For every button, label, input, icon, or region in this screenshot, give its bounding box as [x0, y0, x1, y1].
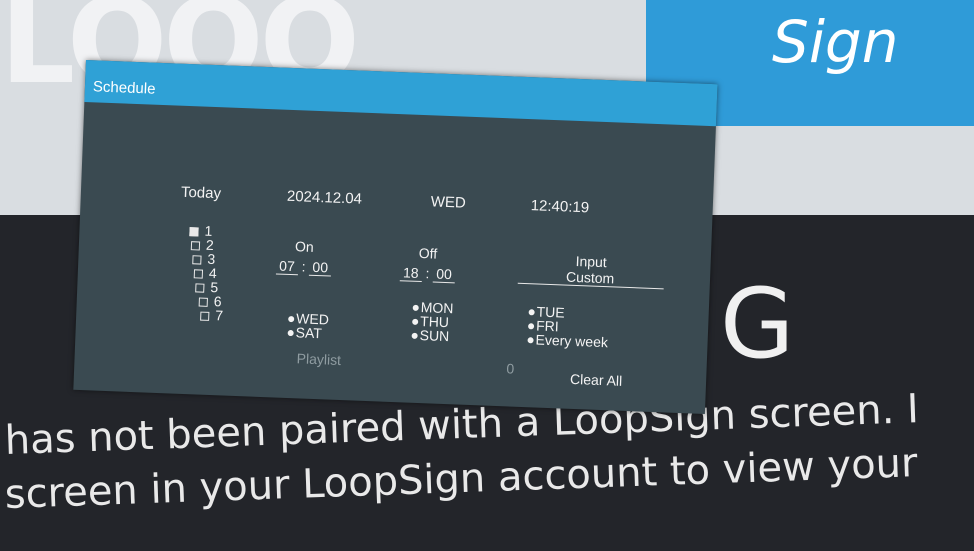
current-time: 12:40:19 — [530, 197, 590, 217]
off-label: Off — [418, 244, 438, 262]
on-time: 07 : 00 — [275, 257, 332, 277]
today-label: Today — [180, 183, 222, 203]
dialog-title: Schedule — [92, 78, 156, 98]
input-value[interactable]: Custom — [566, 269, 615, 287]
checkbox-icon — [193, 269, 204, 279]
day-sun[interactable]: SUN — [411, 327, 450, 344]
brand-sign-text: Sign — [772, 8, 899, 76]
off-minute-field[interactable]: 00 — [432, 265, 456, 284]
on-minute-field[interactable]: 00 — [309, 258, 332, 277]
checkbox-checked-icon — [189, 226, 199, 237]
playlist-label[interactable]: Playlist — [296, 350, 341, 368]
checkbox-icon — [198, 297, 208, 307]
schedule-dialog: Schedule Today 2024.12.04 WED 12:40:19 1… — [73, 60, 718, 415]
clear-all-button[interactable]: Clear All — [570, 371, 623, 389]
bullet-icon — [411, 333, 418, 340]
checkbox-icon — [190, 240, 201, 251]
schedule-item-7[interactable]: 7 — [200, 307, 223, 323]
bullet-icon — [412, 305, 419, 312]
bullet-icon — [288, 316, 295, 323]
playlist-count: 0 — [506, 360, 515, 377]
checkbox-icon — [192, 255, 202, 265]
bullet-icon — [528, 309, 535, 316]
checkbox-icon — [195, 283, 205, 293]
input-label: Input — [575, 252, 608, 271]
big-letter-right: G — [720, 268, 795, 380]
day-sat[interactable]: SAT — [287, 324, 322, 341]
bullet-icon — [412, 319, 419, 326]
bullet-icon — [527, 323, 535, 330]
day-every-week[interactable]: Every week — [527, 331, 608, 350]
off-hour-field[interactable]: 18 — [399, 264, 422, 283]
checkbox-icon — [200, 311, 210, 321]
off-time: 18 : 00 — [399, 264, 456, 284]
on-label: On — [294, 238, 314, 255]
on-hour-field[interactable]: 07 — [275, 257, 299, 276]
bullet-icon — [287, 330, 294, 337]
bullet-icon — [527, 337, 534, 344]
current-weekday: WED — [430, 193, 467, 212]
current-date: 2024.12.04 — [286, 187, 363, 208]
